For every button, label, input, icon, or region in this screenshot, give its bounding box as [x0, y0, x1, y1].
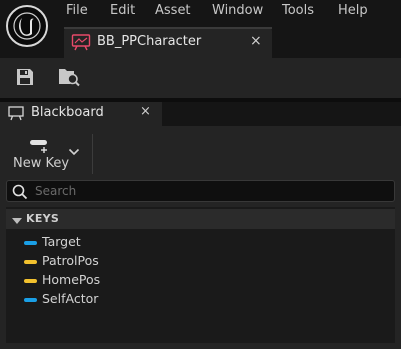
browse-asset-icon[interactable]	[57, 66, 81, 92]
menu-asset[interactable]: Asset	[155, 3, 191, 18]
blackboard-panel-title: Blackboard	[31, 105, 104, 120]
search-placeholder: Search	[35, 184, 77, 198]
key-name: HomePos	[42, 272, 101, 287]
blackboard-panel-tab[interactable]: Blackboard ×	[0, 102, 162, 126]
new-key-label: New Key	[13, 156, 70, 171]
menu-file[interactable]: File	[66, 3, 88, 18]
tab-accent-line	[64, 27, 272, 29]
keys-category-label: KEYS	[26, 212, 60, 225]
menu-window[interactable]: Window	[212, 3, 263, 18]
key-name: Target	[42, 234, 81, 249]
list-item[interactable]: Target	[20, 233, 220, 252]
unreal-logo-icon	[13, 12, 41, 40]
menu-tools[interactable]: Tools	[282, 3, 314, 18]
document-tab-close-icon[interactable]: ×	[250, 33, 262, 49]
key-name: PatrolPos	[42, 253, 99, 268]
chevron-down-icon[interactable]	[68, 146, 80, 161]
object-key-type-icon	[24, 241, 37, 245]
unreal-logo[interactable]	[6, 5, 48, 47]
new-key-icon	[29, 138, 49, 158]
save-icon[interactable]	[15, 67, 35, 91]
list-item[interactable]: HomePos	[20, 271, 220, 290]
list-item[interactable]: SelfActor	[20, 290, 220, 309]
toolbar-separator	[92, 134, 93, 174]
object-key-type-icon	[24, 298, 37, 302]
key-name: SelfActor	[42, 291, 99, 306]
vector-key-type-icon	[24, 260, 37, 264]
document-tab-title: BB_PPCharacter	[97, 34, 202, 49]
panel-tab-close-icon[interactable]: ×	[140, 104, 151, 119]
new-key-button[interactable]: New Key	[9, 136, 70, 176]
collapse-triangle-icon	[12, 215, 22, 230]
menu-help[interactable]: Help	[338, 3, 368, 18]
vector-key-type-icon	[24, 279, 37, 283]
menu-edit[interactable]: Edit	[110, 3, 135, 18]
search-icon	[12, 184, 28, 204]
blackboard-asset-icon	[71, 33, 91, 55]
keys-category-header[interactable]: KEYS	[6, 209, 395, 229]
search-input[interactable]: Search	[6, 180, 395, 202]
blackboard-icon	[8, 106, 24, 125]
list-item[interactable]: PatrolPos	[20, 252, 220, 271]
document-tab[interactable]: BB_PPCharacter ×	[64, 27, 272, 58]
